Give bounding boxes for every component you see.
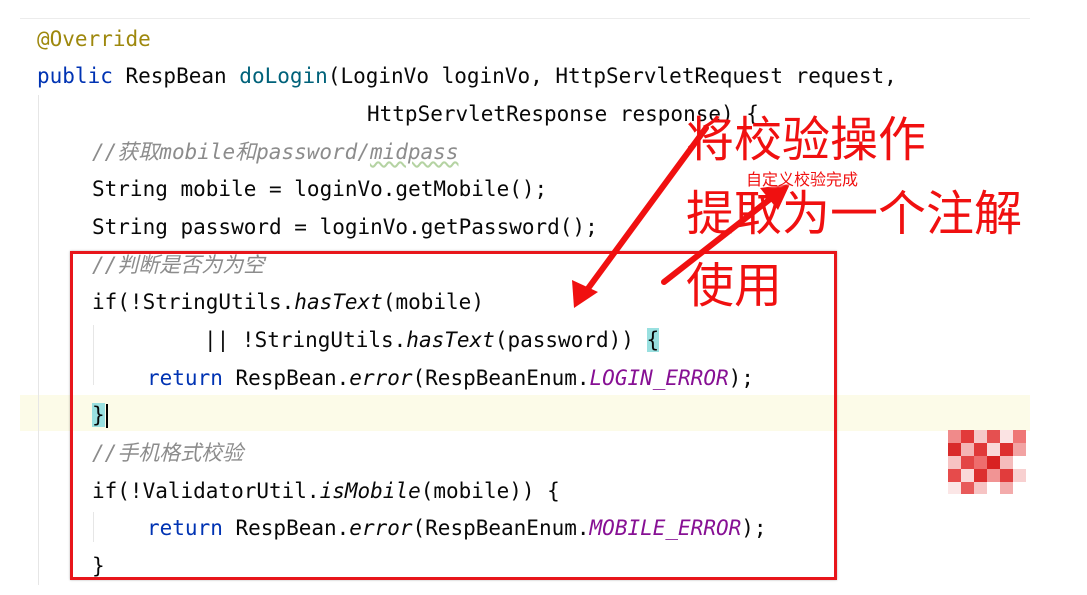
- annotation-text-line-2: 提取为一个注解: [686, 186, 1023, 242]
- pixelated-watermark: [948, 430, 1026, 494]
- annotation-text-line-1: 将校验操作: [686, 112, 927, 168]
- annotation-text-line-3: 使用: [686, 258, 783, 314]
- annotation-arrows: [572, 125, 790, 308]
